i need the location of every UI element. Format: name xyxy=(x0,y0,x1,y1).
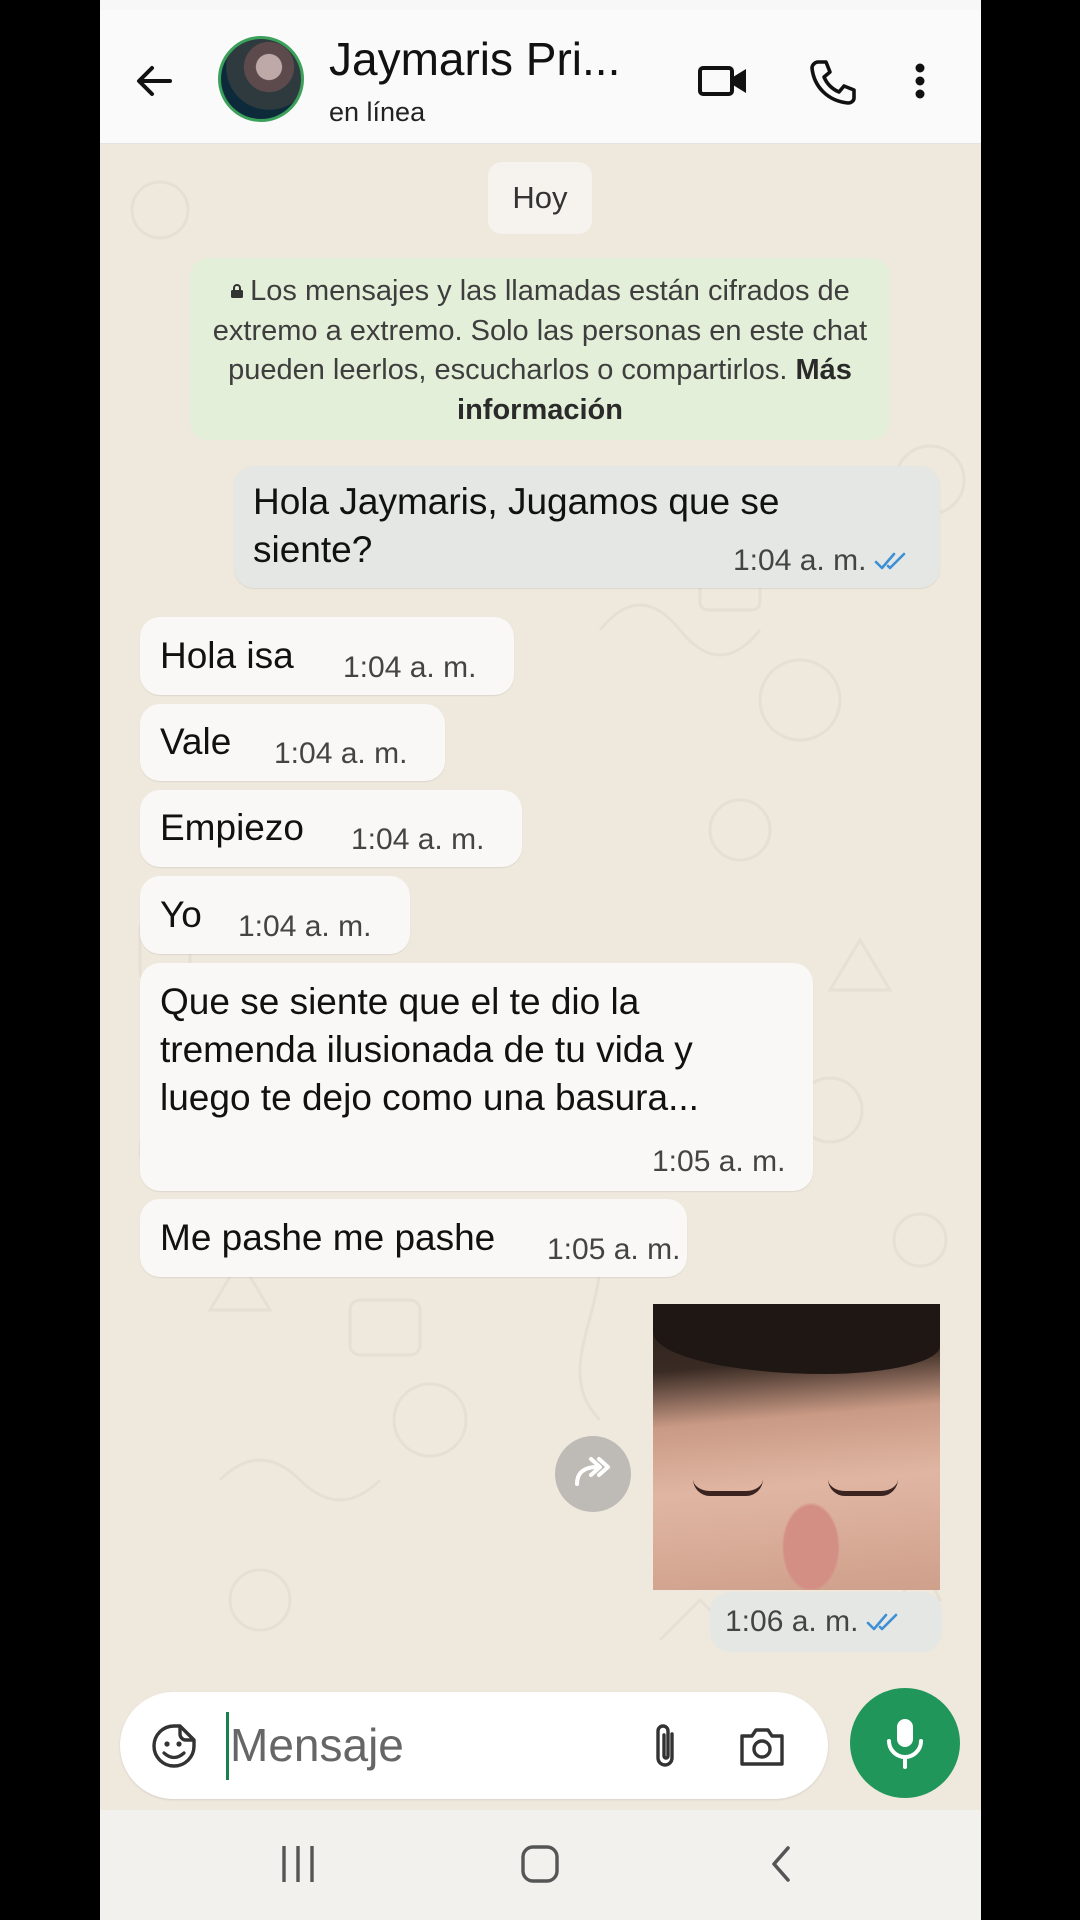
photo-detail xyxy=(828,1479,898,1496)
read-ticks-icon xyxy=(875,552,906,570)
message-bubble-incoming[interactable]: Hola isa 1:04 a. m. xyxy=(140,617,514,695)
message-input[interactable]: Mensaje xyxy=(230,1718,404,1772)
recent-apps-icon[interactable] xyxy=(278,1840,318,1888)
message-time: 1:04 a. m. xyxy=(733,544,908,578)
voice-message-button[interactable] xyxy=(850,1688,960,1798)
message-time: 1:04 a. m. xyxy=(351,823,485,856)
contact-status: en línea xyxy=(329,97,426,127)
video-call-icon[interactable] xyxy=(696,56,750,106)
message-composer[interactable]: Mensaje xyxy=(120,1692,828,1799)
back-arrow-icon[interactable] xyxy=(130,57,178,105)
system-navigation-bar xyxy=(100,1810,981,1920)
message-bubble-incoming[interactable]: Empiezo 1:04 a. m. xyxy=(140,790,522,867)
date-chip: Hoy xyxy=(488,162,592,234)
chat-header: Jaymaris Pri... en línea xyxy=(100,0,981,144)
photo-detail xyxy=(653,1304,940,1374)
message-time: 1:05 a. m. xyxy=(652,1145,786,1178)
attach-icon[interactable] xyxy=(648,1720,682,1772)
home-icon[interactable] xyxy=(520,1840,560,1888)
message-time: 1:05 a. m. xyxy=(547,1233,681,1266)
message-bubble-incoming[interactable]: Me pashe me pashe 1:05 a. m. xyxy=(140,1199,687,1277)
message-time: 1:04 a. m. xyxy=(343,651,477,684)
avatar[interactable] xyxy=(218,36,304,122)
message-text: Yo xyxy=(160,894,202,935)
message-text: Vale xyxy=(160,721,232,762)
chat-screen: Jaymaris Pri... en línea Hoy Los mensaje… xyxy=(100,0,981,1920)
message-time: 1:04 a. m. xyxy=(274,737,408,770)
microphone-icon xyxy=(887,1719,923,1769)
message-text: Me pashe me pashe xyxy=(160,1217,496,1258)
read-ticks-icon xyxy=(867,1613,898,1631)
message-text: Hola isa xyxy=(160,635,294,676)
phone-call-icon[interactable] xyxy=(806,56,860,106)
forward-icon xyxy=(575,1457,610,1486)
message-bubble-incoming[interactable]: Yo 1:04 a. m. xyxy=(140,876,410,954)
forward-button[interactable] xyxy=(555,1436,631,1512)
camera-icon[interactable] xyxy=(738,1724,786,1768)
encryption-notice[interactable]: Los mensajes y las llamadas están cifrad… xyxy=(190,258,890,440)
message-bubble-outgoing[interactable]: Hola Jaymaris, Jugamos que se siente? 1:… xyxy=(234,466,940,588)
message-bubble-incoming[interactable]: Que se siente que el te dio la tremenda … xyxy=(140,963,813,1191)
text-caret xyxy=(226,1712,229,1780)
contact-name[interactable]: Jaymaris Pri... xyxy=(329,32,649,86)
lock-icon xyxy=(231,284,244,298)
image-message[interactable] xyxy=(653,1304,940,1590)
message-text: Empiezo xyxy=(160,807,304,848)
sticker-icon[interactable] xyxy=(150,1722,198,1770)
message-time: 1:06 a. m. xyxy=(710,1592,942,1652)
message-text: Que se siente que el te dio la tremenda … xyxy=(160,981,699,1118)
message-bubble-incoming[interactable]: Vale 1:04 a. m. xyxy=(140,704,445,781)
encryption-notice-text: Los mensajes y las llamadas están cifrad… xyxy=(212,275,868,386)
more-options-icon[interactable] xyxy=(908,56,932,106)
back-nav-icon[interactable] xyxy=(762,1840,802,1888)
status-bar xyxy=(100,0,981,10)
message-time: 1:04 a. m. xyxy=(238,910,372,943)
photo-detail xyxy=(693,1479,763,1496)
